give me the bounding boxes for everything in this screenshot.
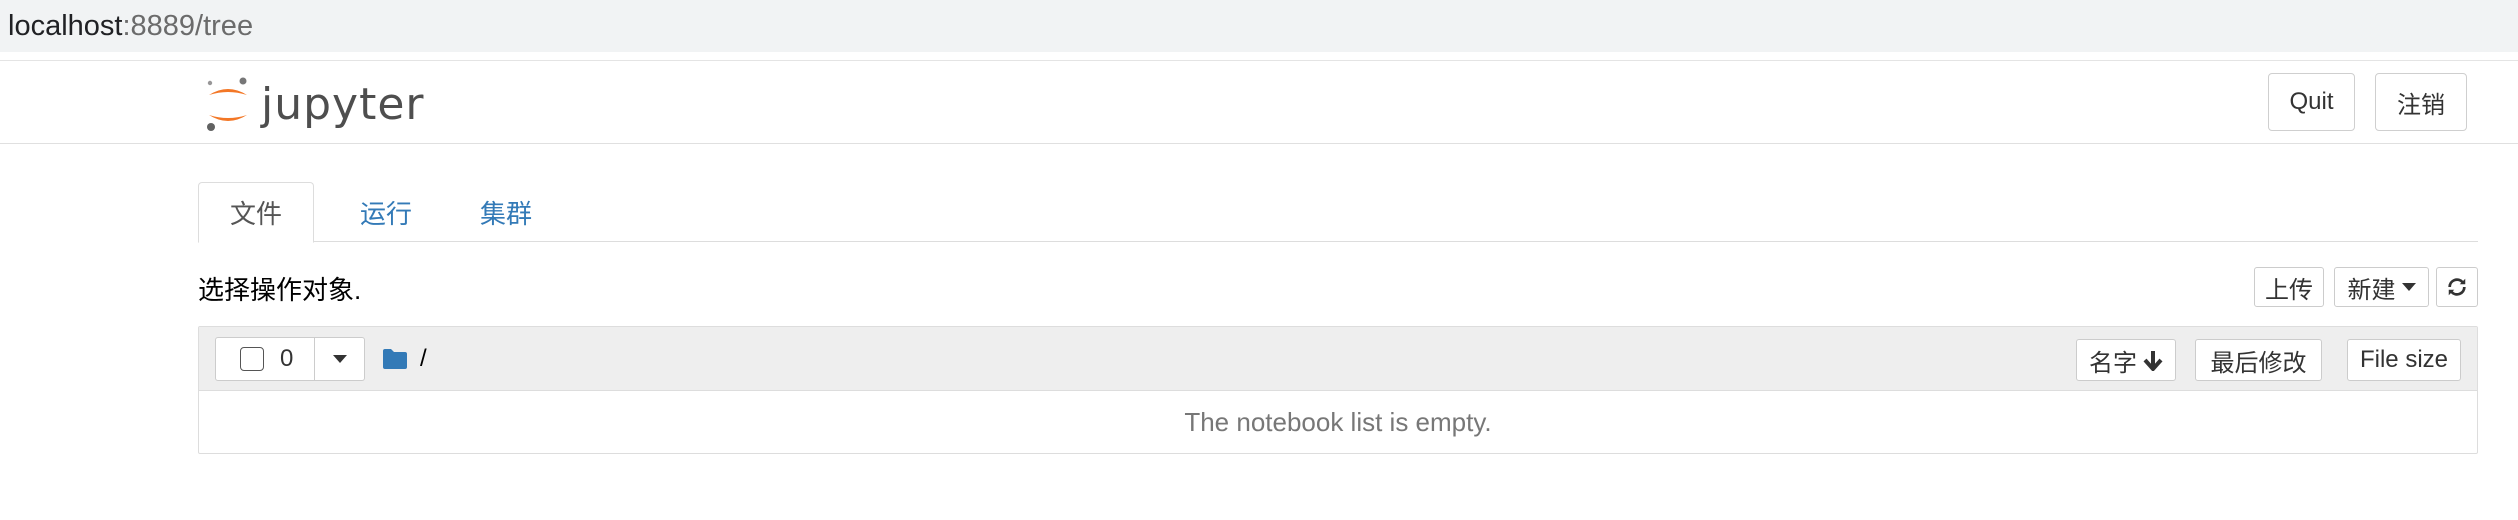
url-host: localhost [8,9,123,42]
breadcrumb-root[interactable]: / [420,345,427,373]
refresh-button[interactable] [2436,267,2478,307]
caret-down-icon [332,355,347,363]
browser-url-bar[interactable]: localhost:8889/tree [0,0,2518,52]
sort-by-size-button[interactable]: File size [2347,339,2461,381]
jupyter-logo[interactable]: jupyter [205,75,425,133]
new-dropdown-button[interactable]: 新建 [2334,267,2429,307]
url-path: :8889/tree [122,9,254,42]
tab-running[interactable]: 运行 [330,182,442,242]
refresh-icon [2448,278,2466,296]
logout-button[interactable]: 注销 [2375,73,2467,131]
tab-files[interactable]: 文件 [198,182,314,243]
notebook-list-header: 0 / 名字 最后修改 File size [199,327,2477,391]
upload-button[interactable]: 上传 [2254,267,2324,307]
notebook-list-panel: 0 / 名字 最后修改 File size The notebook list … [198,326,2478,454]
select-options-dropdown[interactable] [315,337,365,381]
sort-by-modified-button[interactable]: 最后修改 [2195,339,2322,381]
select-all-group: 0 [215,337,365,381]
tab-clusters[interactable]: 集群 [450,182,562,242]
sort-by-name-button[interactable]: 名字 [2076,339,2176,381]
selected-count: 0 [280,345,294,372]
quit-button[interactable]: Quit [2268,73,2355,131]
sort-name-label: 名字 [2089,349,2137,377]
select-all-checkbox[interactable] [240,347,264,371]
caret-down-icon [2401,283,2416,291]
new-button-label: 新建 [2347,276,2396,304]
empty-list-message: The notebook list is empty. [1184,406,1492,437]
breadcrumb: / [382,341,427,377]
arrow-down-icon [2143,351,2163,371]
jupyter-header: jupyter Quit 注销 [0,60,2518,144]
tab-bar: 文件 运行 集群 [198,182,2478,243]
select-instruction-text: 选择操作对象. [198,275,362,305]
select-all-button[interactable]: 0 [215,337,315,381]
folder-icon[interactable] [382,348,408,370]
jupyter-logo-icon [207,77,247,131]
jupyter-logo-text: jupyter [261,78,425,130]
